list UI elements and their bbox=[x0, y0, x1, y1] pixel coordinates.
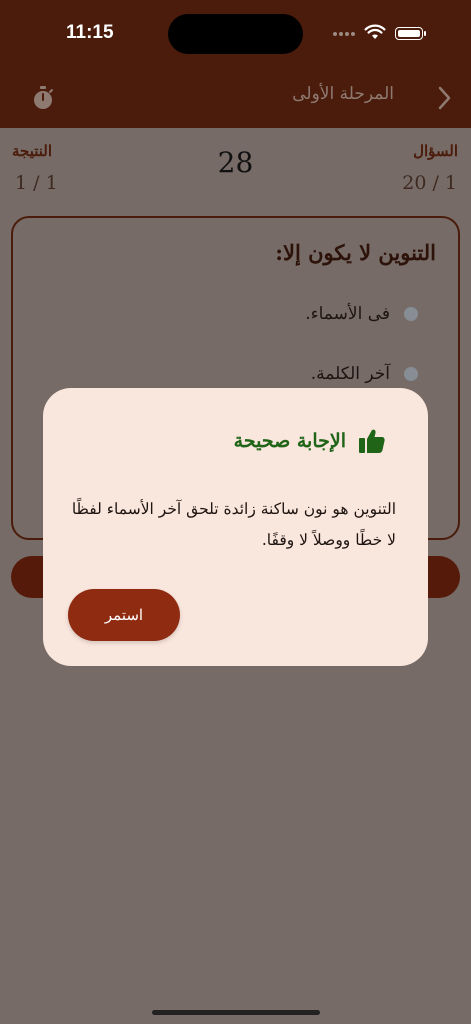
question-text: التنوين لا يكون إلا: bbox=[275, 240, 436, 265]
status-bar: 11:15 bbox=[0, 0, 471, 72]
timer-value: 28 bbox=[217, 146, 254, 179]
answer-option[interactable]: آخر الكلمة. bbox=[311, 364, 418, 384]
home-indicator[interactable] bbox=[152, 1010, 320, 1015]
dialog-message: التنوين هو نون ساكنة زائدة تلحق آخر الأس… bbox=[71, 500, 396, 549]
answer-option-label: فى الأسماء. bbox=[305, 304, 390, 324]
cellular-signal-icon bbox=[333, 32, 355, 36]
thumbs-up-icon bbox=[359, 429, 385, 453]
question-counter-label: السؤال bbox=[413, 142, 458, 160]
question-counter-value: 20 / 1 bbox=[402, 172, 457, 194]
page-title: المرحلة الأولى bbox=[292, 84, 394, 104]
result-dialog: الإجابة صحيحة التنوين هو نون ساكنة زائدة… bbox=[43, 388, 428, 666]
radio-button[interactable] bbox=[404, 307, 418, 321]
back-chevron-icon[interactable] bbox=[435, 84, 453, 112]
status-time: 11:15 bbox=[66, 22, 114, 43]
nav-bar: المرحلة الأولى bbox=[0, 72, 471, 128]
dialog-title-text: الإجابة صحيحة bbox=[233, 430, 346, 452]
answer-option[interactable]: فى الأسماء. bbox=[305, 304, 418, 324]
radio-button[interactable] bbox=[404, 367, 418, 381]
dialog-title: الإجابة صحيحة bbox=[234, 428, 386, 454]
battery-icon bbox=[395, 27, 426, 40]
wifi-icon bbox=[364, 24, 386, 39]
continue-button[interactable]: استمر bbox=[68, 589, 180, 641]
quiz-stats: النتيجة 1 / 1 28 السؤال 20 / 1 bbox=[0, 128, 471, 218]
answer-option-label: آخر الكلمة. bbox=[310, 364, 390, 384]
dynamic-island bbox=[168, 14, 303, 54]
stopwatch-icon[interactable] bbox=[31, 84, 55, 112]
